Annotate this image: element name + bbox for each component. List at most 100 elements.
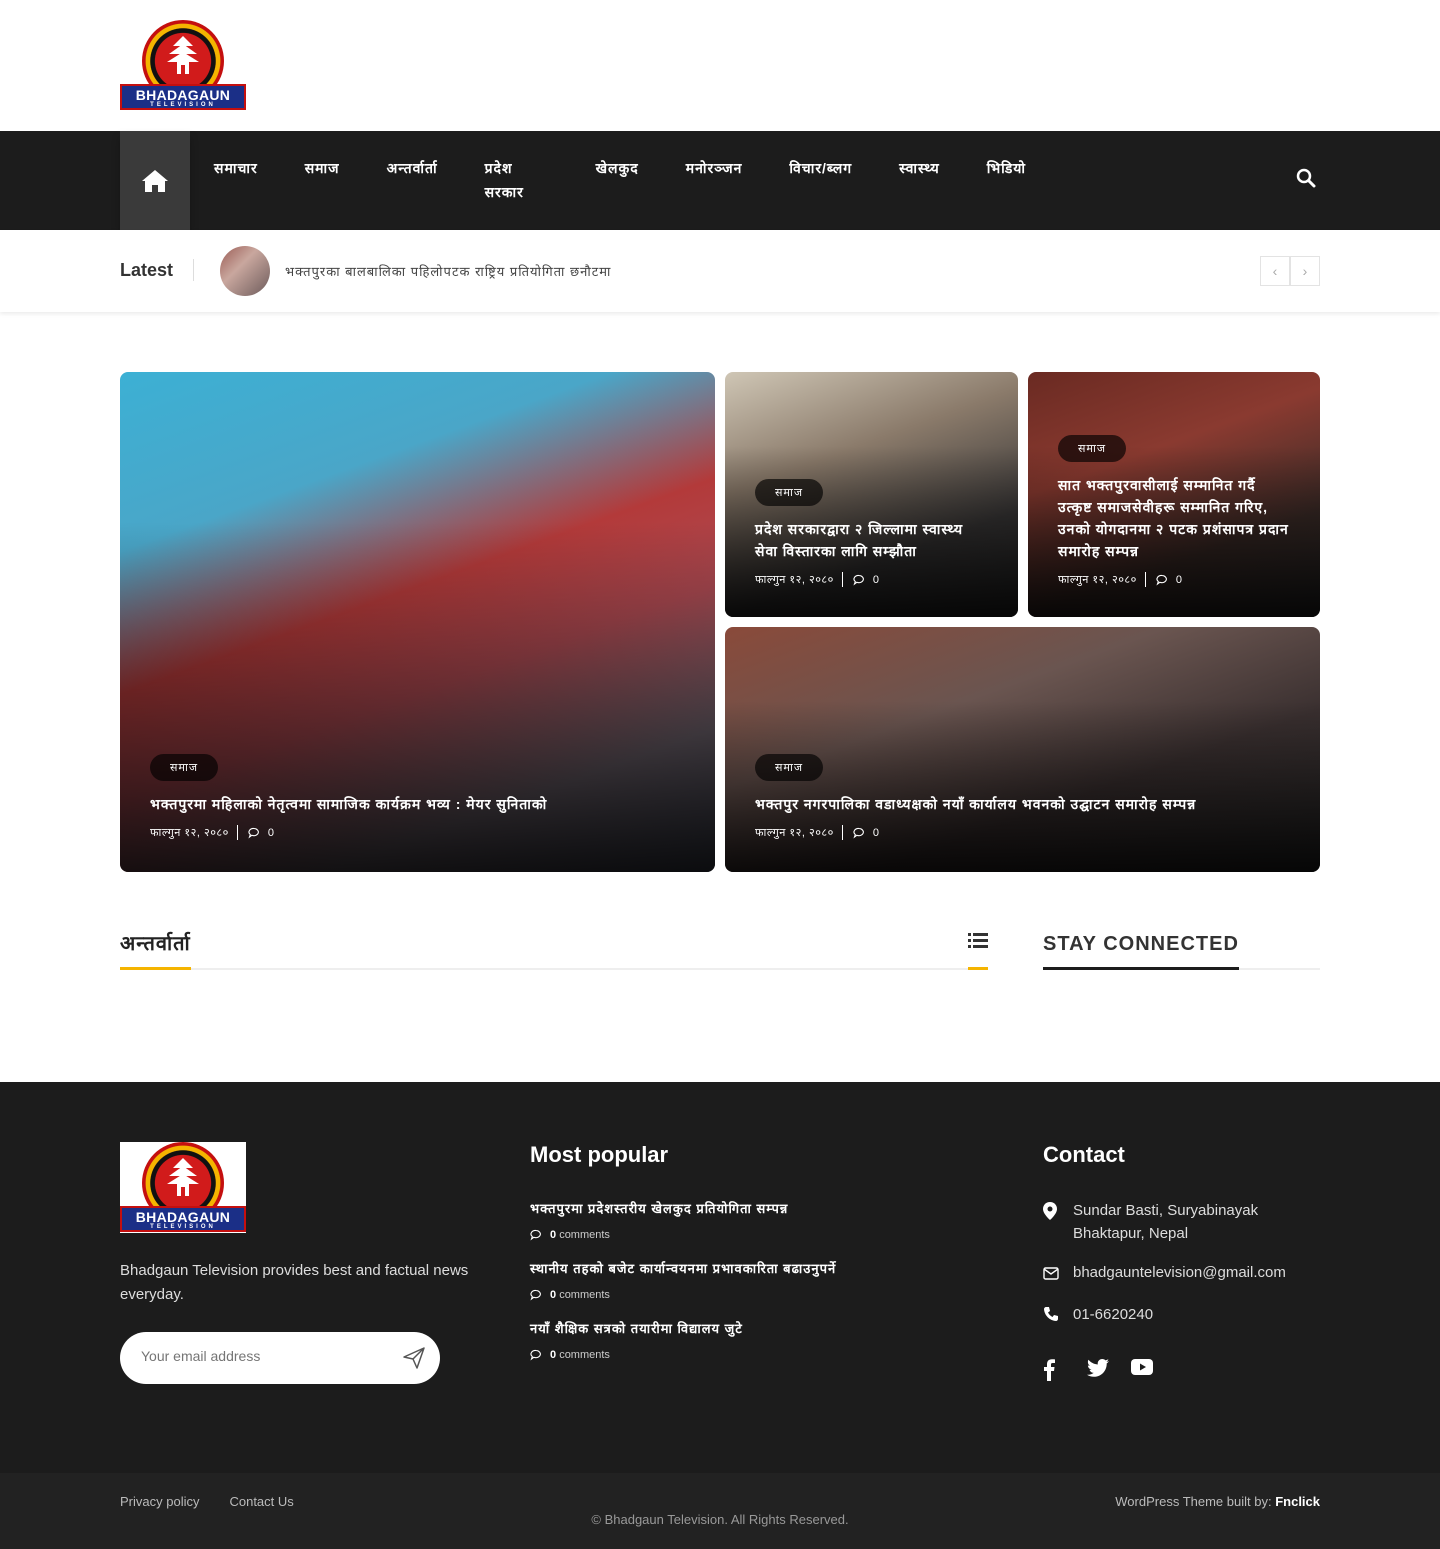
ticker-label: Latest bbox=[120, 259, 195, 281]
popular-item-title[interactable]: नयाँ शैक्षिक सत्रको तयारीमा विद्यालय जुट… bbox=[530, 1319, 1000, 1339]
card-title[interactable]: प्रदेश सरकारद्वारा २ जिल्लामा स्वास्थ्य … bbox=[755, 518, 988, 562]
theme-author-link[interactable]: Fnclick bbox=[1275, 1494, 1320, 1509]
social-links bbox=[1043, 1359, 1323, 1381]
popular-item-title[interactable]: स्थानीय तहको बजेट कार्यान्वयनमा प्रभावका… bbox=[530, 1259, 1000, 1279]
comment-count: 0 bbox=[1175, 573, 1182, 586]
latest-ticker: Latest भक्तपुरका बालबालिका पहिलोपटक राष्… bbox=[0, 230, 1440, 312]
comment-icon bbox=[853, 574, 864, 585]
search-icon bbox=[1296, 168, 1316, 188]
featured-card-bottom-wide[interactable]: समाज भक्तपुर नगरपालिका वडाध्यक्षको नयाँ … bbox=[725, 627, 1320, 872]
view-all-button[interactable] bbox=[968, 932, 988, 970]
comment-count: 0 bbox=[872, 826, 879, 839]
card-date: फाल्गुन १२, २०८० bbox=[755, 572, 843, 587]
home-button[interactable] bbox=[120, 131, 190, 230]
most-popular-title: Most popular bbox=[530, 1142, 669, 1167]
popular-item: स्थानीय तहको बजेट कार्यान्वयनमा प्रभावका… bbox=[530, 1259, 1000, 1301]
email-link[interactable]: bhadgauntelevision@gmail.com bbox=[1073, 1261, 1286, 1287]
featured-card-main[interactable]: समाज भक्तपुरमा महिलाको नेतृत्वमा सामाजिक… bbox=[120, 372, 715, 872]
ticker-controls: ‹ › bbox=[1260, 256, 1320, 286]
contact-email: bhadgauntelevision@gmail.com bbox=[1043, 1261, 1323, 1287]
ticker-next-button[interactable]: › bbox=[1290, 256, 1320, 286]
list-icon bbox=[968, 933, 988, 948]
ticker-headline[interactable]: भक्तपुरका बालबालिका पहिलोपटक राष्ट्रिय प… bbox=[285, 262, 611, 280]
featured-card-top-right[interactable]: समाज सात भक्तपुरवासीलाई सम्मानित गर्दै उ… bbox=[1028, 372, 1320, 617]
contact-us-link[interactable]: Contact Us bbox=[229, 1494, 293, 1509]
comment-suffix: comments bbox=[559, 1289, 610, 1301]
nav-item-news[interactable]: समाचार bbox=[214, 156, 258, 204]
category-badge[interactable]: समाज bbox=[755, 479, 824, 506]
nav-menu: समाचार समाज अन्तर्वार्ता प्रदेश सरकार खे… bbox=[214, 156, 1073, 204]
home-icon bbox=[142, 169, 168, 192]
footer-logo[interactable]: BHADAGAUN TELEVISION bbox=[120, 1142, 246, 1233]
site-header: BHADAGAUN TELEVISION bbox=[0, 0, 1440, 131]
twitter-icon bbox=[1087, 1359, 1109, 1377]
card-date: फाल्गुन १२, २०८० bbox=[755, 825, 843, 840]
ticker-thumbnail[interactable] bbox=[220, 246, 270, 296]
facebook-icon bbox=[1044, 1359, 1055, 1381]
comment-icon bbox=[1156, 574, 1167, 585]
privacy-policy-link[interactable]: Privacy policy bbox=[120, 1494, 199, 1509]
nav-item-interview[interactable]: अन्तर्वार्ता bbox=[387, 156, 438, 204]
popular-item-title[interactable]: भक्तपुरमा प्रदेशस्तरीय खेलकुद प्रतियोगित… bbox=[530, 1199, 1000, 1219]
comment-count: 0 bbox=[550, 1289, 557, 1301]
comment-count: 0 bbox=[872, 573, 879, 586]
comment-icon bbox=[530, 1289, 541, 1301]
featured-card-top-middle[interactable]: समाज प्रदेश सरकारद्वारा २ जिल्लामा स्वास… bbox=[725, 372, 1018, 617]
logo-wordmark: BHADAGAUN TELEVISION bbox=[120, 1206, 246, 1232]
youtube-icon bbox=[1131, 1359, 1153, 1375]
popular-item: नयाँ शैक्षिक सत्रको तयारीमा विद्यालय जुट… bbox=[530, 1319, 1000, 1361]
comment-count: 0 bbox=[267, 826, 274, 839]
contact-phone: 01-6620240 bbox=[1043, 1303, 1323, 1329]
address-text: Sundar Basti, Suryabinayak Bhaktapur, Ne… bbox=[1073, 1202, 1259, 1242]
contact-info: Sundar Basti, Suryabinayak Bhaktapur, Ne… bbox=[1043, 1199, 1323, 1381]
category-badge[interactable]: समाज bbox=[755, 754, 824, 781]
contact-address: Sundar Basti, Suryabinayak Bhaktapur, Ne… bbox=[1043, 1199, 1323, 1245]
section-title: STAY CONNECTED bbox=[1043, 932, 1239, 970]
newsletter-submit-button[interactable] bbox=[402, 1346, 426, 1370]
contact-title: Contact bbox=[1043, 1142, 1125, 1167]
facebook-link[interactable] bbox=[1043, 1359, 1065, 1381]
card-title[interactable]: भक्तपुरमा महिलाको नेतृत्वमा सामाजिक कार्… bbox=[150, 793, 685, 815]
twitter-link[interactable] bbox=[1087, 1359, 1109, 1381]
card-date: फाल्गुन १२, २०८० bbox=[1058, 572, 1146, 587]
theme-credit: WordPress Theme built by: Fnclick bbox=[1115, 1494, 1320, 1509]
phone-link[interactable]: 01-6620240 bbox=[1073, 1303, 1153, 1329]
nav-item-society[interactable]: समाज bbox=[305, 156, 340, 204]
section-title[interactable]: अन्तर्वार्ता bbox=[120, 932, 191, 970]
nav-item-video[interactable]: भिडियो bbox=[987, 156, 1026, 204]
footer-bottom-bar: Privacy policy Contact Us © Bhadgaun Tel… bbox=[0, 1473, 1440, 1549]
category-badge[interactable]: समाज bbox=[1058, 435, 1127, 462]
pagoda-icon bbox=[167, 36, 199, 74]
main-navigation: समाचार समाज अन्तर्वार्ता प्रदेश सरकार खे… bbox=[0, 131, 1440, 230]
comment-suffix: comments bbox=[559, 1229, 610, 1241]
site-logo[interactable]: BHADAGAUN TELEVISION bbox=[120, 20, 246, 110]
phone-icon bbox=[1044, 1307, 1058, 1321]
logo-wordmark: BHADAGAUN TELEVISION bbox=[120, 84, 246, 110]
search-button[interactable] bbox=[1296, 168, 1320, 192]
nav-item-opinion[interactable]: विचार/ब्लग bbox=[789, 156, 852, 204]
content-section: अन्तर्वार्ता STAY CONNECTED bbox=[120, 932, 1320, 1082]
pagoda-icon bbox=[167, 1158, 199, 1196]
card-title[interactable]: सात भक्तपुरवासीलाई सम्मानित गर्दै उत्कृष… bbox=[1058, 474, 1290, 562]
most-popular-list: भक्तपुरमा प्रदेशस्तरीय खेलकुद प्रतियोगित… bbox=[530, 1199, 1000, 1379]
comment-icon bbox=[853, 827, 864, 838]
newsletter-form bbox=[120, 1332, 440, 1384]
card-date: फाल्गुन १२, २०८० bbox=[150, 825, 238, 840]
youtube-link[interactable] bbox=[1131, 1359, 1153, 1381]
nav-item-sports[interactable]: खेलकुद bbox=[596, 156, 639, 204]
interview-section-header: अन्तर्वार्ता bbox=[120, 932, 988, 970]
card-title[interactable]: भक्तपुर नगरपालिका वडाध्यक्षको नयाँ कार्य… bbox=[755, 793, 1290, 815]
featured-grid: समाज भक्तपुरमा महिलाको नेतृत्वमा सामाजिक… bbox=[120, 372, 1320, 872]
map-marker-icon bbox=[1043, 1202, 1057, 1220]
site-footer: BHADAGAUN TELEVISION Bhadgaun Television… bbox=[0, 1082, 1440, 1473]
nav-item-entertainment[interactable]: मनोरञ्जन bbox=[686, 156, 743, 204]
nav-item-province[interactable]: प्रदेश सरकार bbox=[485, 156, 549, 204]
comment-icon bbox=[248, 827, 259, 838]
newsletter-email-input[interactable] bbox=[141, 1348, 381, 1364]
comment-count: 0 bbox=[550, 1349, 557, 1361]
comment-icon bbox=[530, 1349, 541, 1361]
ticker-prev-button[interactable]: ‹ bbox=[1260, 256, 1290, 286]
paper-plane-icon bbox=[403, 1347, 425, 1369]
nav-item-health[interactable]: स्वास्थ्य bbox=[899, 156, 940, 204]
category-badge[interactable]: समाज bbox=[150, 754, 219, 781]
